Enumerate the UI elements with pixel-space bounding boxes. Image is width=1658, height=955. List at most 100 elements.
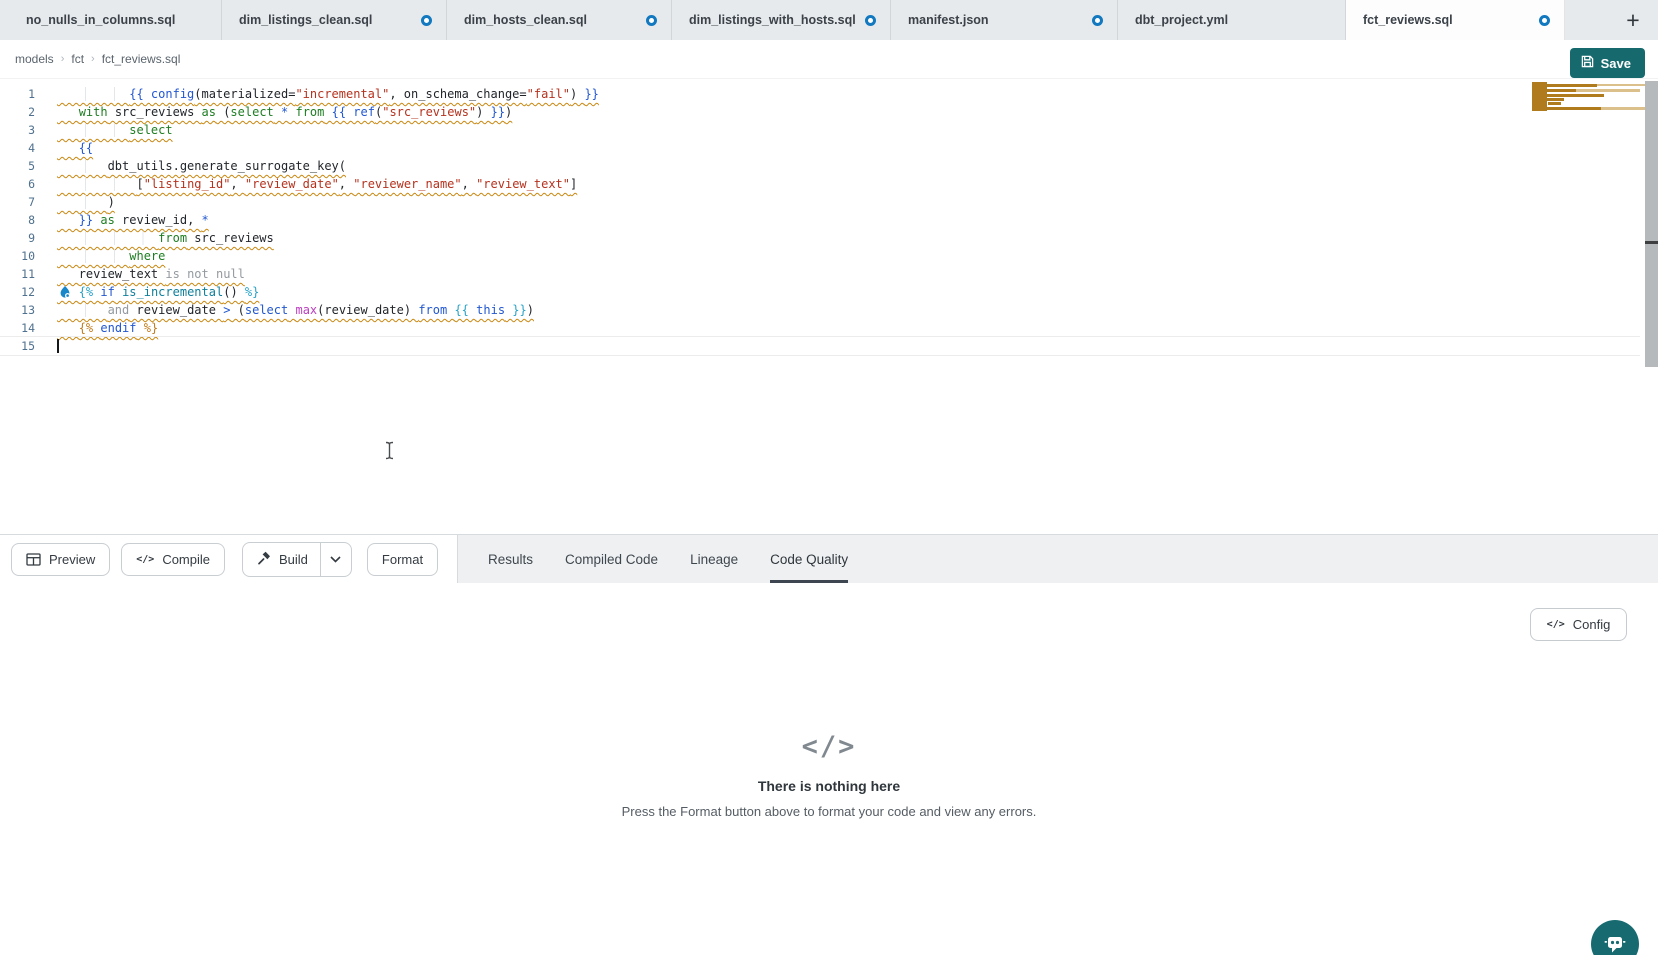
- code-line-2[interactable]: 2 with src_reviews as (select * from {{ …: [0, 103, 1640, 121]
- unsaved-changes-dot: [865, 15, 876, 26]
- code-slash-icon: </>: [0, 731, 1658, 762]
- format-button[interactable]: Format: [367, 543, 438, 576]
- file-tab-label: dim_hosts_clean.sql: [464, 13, 587, 27]
- minimap-bar: [1542, 94, 1604, 97]
- code-line-6[interactable]: 6 ["listing_id", "review_date", "reviewe…: [0, 175, 1640, 193]
- panel-tab-bar: Results Compiled Code Lineage Code Quality: [458, 535, 1658, 583]
- robot-chat-icon: [1602, 932, 1628, 955]
- file-tab-no_nulls_in_columns-sql[interactable]: no_nulls_in_columns.sql: [0, 0, 222, 40]
- line-number: 7: [0, 193, 35, 211]
- empty-state-title: There is nothing here: [0, 778, 1658, 794]
- code-line-15[interactable]: 15: [0, 337, 1640, 355]
- line-number: 13: [0, 301, 35, 319]
- minimap-bar: [1546, 107, 1601, 110]
- build-split-button: Build: [242, 542, 352, 577]
- minimap[interactable]: [1532, 79, 1658, 199]
- line-number: 4: [0, 139, 35, 157]
- minimap-bar: [1547, 84, 1597, 87]
- line-number: 2: [0, 103, 35, 121]
- config-button[interactable]: </> Config: [1530, 608, 1627, 641]
- code-line-10[interactable]: 10 where: [0, 247, 1640, 265]
- minimap-bar: [1540, 89, 1576, 92]
- panel-tab-results[interactable]: Results: [488, 535, 533, 583]
- code-icon: </>: [1547, 619, 1565, 630]
- code-line-9[interactable]: 9 from src_reviews: [0, 229, 1640, 247]
- compile-label: Compile: [162, 552, 210, 567]
- save-button[interactable]: Save: [1570, 48, 1645, 78]
- file-tab-label: manifest.json: [908, 13, 989, 27]
- line-number: 11: [0, 265, 35, 283]
- file-tab-label: fct_reviews.sql: [1363, 13, 1453, 27]
- line-number: 6: [0, 175, 35, 193]
- new-tab-button[interactable]: +: [1616, 0, 1650, 40]
- file-tab-dim_hosts_clean-sql[interactable]: dim_hosts_clean.sql: [447, 0, 672, 40]
- file-tab-bar: no_nulls_in_columns.sql dim_listings_clea…: [0, 0, 1658, 40]
- file-tab-label: dbt_project.yml: [1135, 13, 1228, 27]
- line-number: 14: [0, 319, 35, 337]
- file-tab-dim_listings_with_hosts-sql[interactable]: dim_listings_with_hosts.sql: [672, 0, 891, 40]
- code-line-8[interactable]: 8 }} as review_id, *: [0, 211, 1640, 229]
- empty-state-subtitle: Press the Format button above to format …: [0, 804, 1658, 819]
- code-line-5[interactable]: 5 dbt_utils.generate_surrogate_key(: [0, 157, 1640, 175]
- breadcrumb-item-fct[interactable]: fct: [71, 52, 84, 66]
- minimap-bar: [1543, 98, 1564, 101]
- preview-label: Preview: [49, 552, 95, 567]
- code-line-12[interactable]: 12 {% if is_incremental() %}: [0, 283, 1640, 301]
- text-cursor: [57, 339, 59, 353]
- line-number: 9: [0, 229, 35, 247]
- code-line-7[interactable]: 7 ): [0, 193, 1640, 211]
- file-tab-dim_listings_clean-sql[interactable]: dim_listings_clean.sql: [222, 0, 447, 40]
- config-label: Config: [1573, 617, 1611, 632]
- scrollbar-cursor-mark: [1645, 241, 1658, 244]
- minimap-bar: [1576, 89, 1640, 92]
- mouse-ibeam-cursor: [384, 441, 395, 460]
- file-tab-label: dim_listings_clean.sql: [239, 13, 372, 27]
- line-number: 15: [0, 337, 35, 355]
- line-number: 8: [0, 211, 35, 229]
- code-line-1[interactable]: 1 {{ config(materialized="incremental", …: [0, 85, 1640, 103]
- file-tab-dbt_project-yml[interactable]: dbt_project.yml: [1118, 0, 1346, 40]
- file-tab-manifest-json[interactable]: manifest.json: [891, 0, 1118, 40]
- breadcrumb-row: models›fct›fct_reviews.sql Save: [0, 40, 1658, 79]
- hammer-icon: [257, 551, 271, 568]
- code-line-3[interactable]: 3 select: [0, 121, 1640, 139]
- code-icon: </>: [136, 554, 154, 565]
- breadcrumb-item-fct_reviews-sql[interactable]: fct_reviews.sql: [102, 52, 181, 66]
- line-number: 5: [0, 157, 35, 175]
- minimap-bar: [1548, 102, 1561, 105]
- line-number: 1: [0, 85, 35, 103]
- line-number: 12: [0, 283, 35, 301]
- build-label: Build: [279, 552, 308, 567]
- breadcrumb-item-models[interactable]: models: [15, 52, 54, 66]
- file-tab-fct_reviews-sql[interactable]: fct_reviews.sql: [1346, 0, 1565, 40]
- preview-button[interactable]: Preview: [11, 543, 110, 576]
- floppy-icon: [1581, 55, 1594, 71]
- editor-scrollbar[interactable]: [1645, 81, 1658, 367]
- panel-tab-code-quality[interactable]: Code Quality: [770, 535, 848, 583]
- unsaved-changes-dot: [1092, 15, 1103, 26]
- minimap-bar: [1597, 84, 1645, 86]
- code-editor[interactable]: 1 {{ config(materialized="incremental", …: [0, 79, 1658, 534]
- breadcrumb: models›fct›fct_reviews.sql: [15, 52, 180, 66]
- minimap-bar: [1601, 107, 1645, 110]
- save-label: Save: [1601, 56, 1631, 71]
- copilot-suggestion-icon[interactable]: [58, 285, 72, 299]
- build-button[interactable]: Build: [243, 543, 320, 576]
- code-line-4[interactable]: 4 {{: [0, 139, 1640, 157]
- breadcrumb-separator: ›: [91, 53, 95, 65]
- code-line-13[interactable]: 13 and review_date > (select max(review_…: [0, 301, 1640, 319]
- line-number: 3: [0, 121, 35, 139]
- unsaved-changes-dot: [646, 15, 657, 26]
- panel-tab-compiled-code[interactable]: Compiled Code: [565, 535, 658, 583]
- code-line-11[interactable]: 11 review_text is not null: [0, 265, 1640, 283]
- compile-button[interactable]: </> Compile: [121, 543, 225, 576]
- unsaved-changes-dot: [1539, 15, 1550, 26]
- panel-tab-lineage[interactable]: Lineage: [690, 535, 738, 583]
- chat-button[interactable]: [1591, 920, 1639, 955]
- unsaved-changes-dot: [421, 15, 432, 26]
- table-icon: [26, 553, 41, 566]
- file-tab-label: dim_listings_with_hosts.sql: [689, 13, 856, 27]
- build-options-dropdown[interactable]: [320, 543, 351, 576]
- code-line-14[interactable]: 14 {% endif %}: [0, 319, 1640, 337]
- dbt-ide-window: no_nulls_in_columns.sql dim_listings_clea…: [0, 0, 1658, 955]
